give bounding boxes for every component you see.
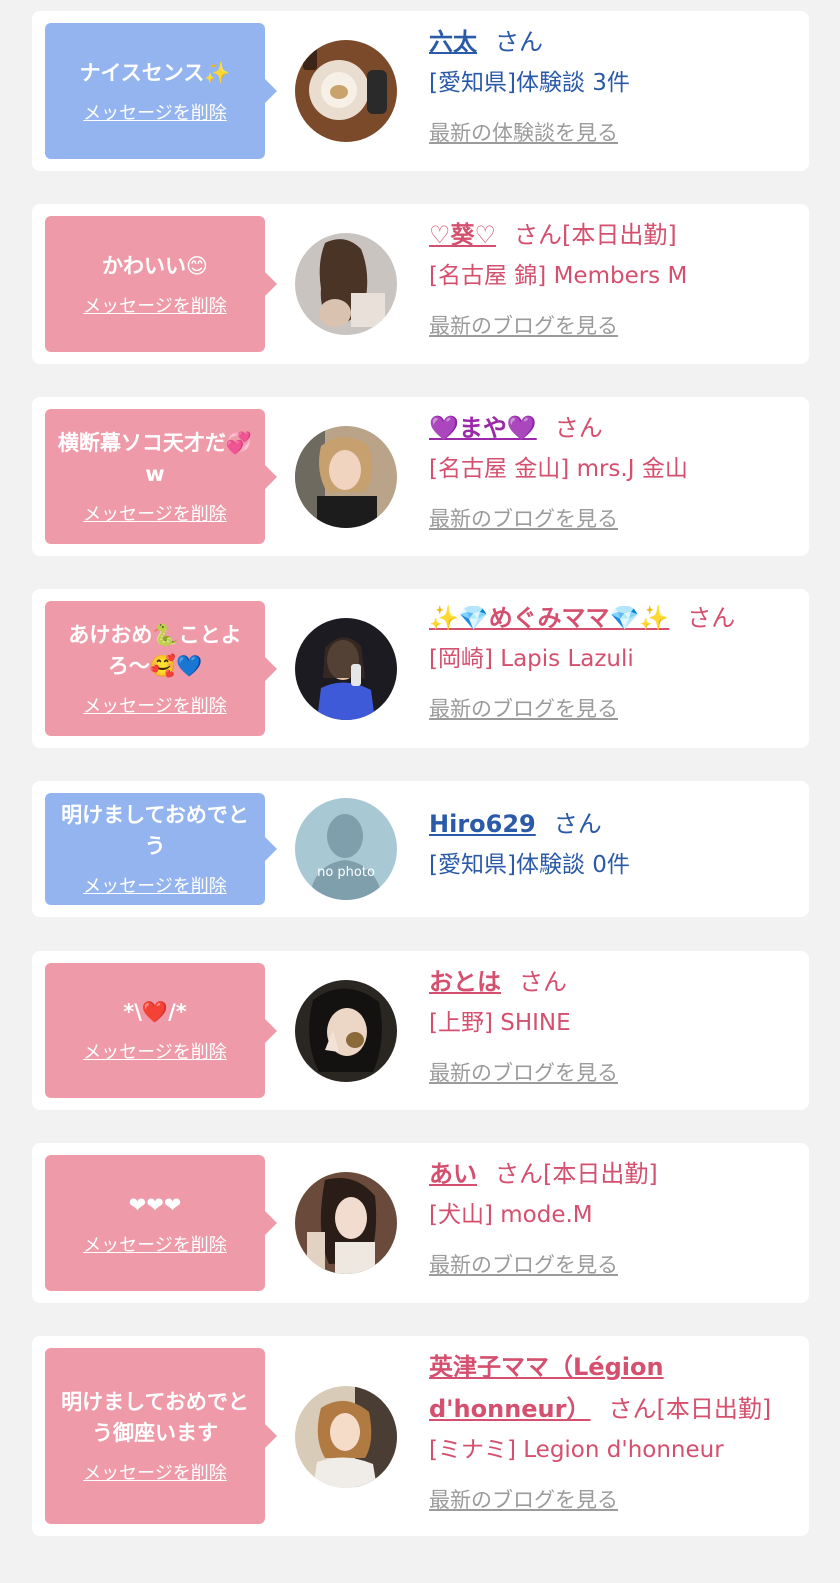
- message-text: かわいい😊: [102, 253, 208, 278]
- message-card: かわいい😊 メッセージを削除 ♡葵♡ さん[本日出勤] [名古屋 錦] Membe…: [32, 204, 809, 364]
- shop-info: [愛知県]体験談 0件: [429, 852, 630, 878]
- user-name-line: Hiro629 さん: [429, 803, 797, 845]
- message-card: 横断幕ソコ天才だ💞w メッセージを削除 💜まや💜 さん [名古屋 金山] mrs.…: [32, 397, 809, 556]
- user-name-link[interactable]: 六太: [429, 28, 477, 56]
- user-name-link[interactable]: おとは: [429, 968, 501, 996]
- shop-info: [岡崎] Lapis Lazuli: [429, 646, 634, 672]
- latest-blog-link[interactable]: 最新のブログを見る: [429, 689, 618, 729]
- user-info: 六太 さん [愛知県]体験談 3件 最新の体験談を見る: [429, 21, 797, 153]
- avatar[interactable]: [295, 40, 397, 142]
- no-photo-text: no photo: [317, 865, 375, 880]
- message-bubble: 明けましておめでとう御座います メッセージを削除: [45, 1348, 277, 1524]
- avatar[interactable]: [295, 980, 397, 1082]
- user-name-line: おとは さん: [429, 961, 797, 1003]
- shop-info: [名古屋 金山] mrs.J 金山: [429, 456, 688, 482]
- user-info: おとは さん [上野] SHINE 最新のブログを見る: [429, 961, 797, 1093]
- honorific: さん[本日出勤]: [495, 1160, 658, 1188]
- delete-message-link[interactable]: メッセージを削除: [83, 500, 227, 526]
- delete-message-link[interactable]: メッセージを削除: [83, 692, 227, 718]
- avatar[interactable]: [295, 1386, 397, 1488]
- shop-info: [愛知県]体験談 3件: [429, 70, 630, 96]
- message-card: ナイスセンス✨ メッセージを削除 六太 さん [愛知県]体験談 3件 最新の体験談…: [32, 11, 809, 171]
- message-card: *\❤️/* メッセージを削除 おとは さん [上野] SHINE 最新のブログを…: [32, 951, 809, 1110]
- user-info: あい さん[本日出勤] [犬山] mode.M 最新のブログを見る: [429, 1153, 797, 1285]
- message-text: 明けましておめでとう: [61, 803, 249, 858]
- delete-message-link[interactable]: メッセージを削除: [83, 99, 227, 125]
- message-card: あけおめ🐍ことよろ〜🥰💙 メッセージを削除 ✨💎めぐみママ💎✨ さん [岡崎] L…: [32, 589, 809, 748]
- user-info: Hiro629 さん [愛知県]体験談 0件: [429, 803, 797, 885]
- user-name-line: ✨💎めぐみママ💎✨ さん: [429, 597, 797, 639]
- avatar[interactable]: [295, 426, 397, 528]
- message-bubble: あけおめ🐍ことよろ〜🥰💙 メッセージを削除: [45, 601, 277, 736]
- message-bubble: かわいい😊 メッセージを削除: [45, 216, 277, 352]
- delete-message-link[interactable]: メッセージを削除: [83, 872, 227, 898]
- honorific: さん: [553, 810, 602, 838]
- message-bubble: ❤❤❤ メッセージを削除: [45, 1155, 277, 1291]
- honorific: さん: [495, 28, 543, 56]
- message-bubble: 明けましておめでとう メッセージを削除: [45, 793, 277, 905]
- user-info: ✨💎めぐみママ💎✨ さん [岡崎] Lapis Lazuli 最新のブログを見る: [429, 597, 797, 729]
- message-text: ❤❤❤: [128, 1192, 182, 1217]
- latest-blog-link[interactable]: 最新のブログを見る: [429, 499, 618, 539]
- user-name-line: 💜まや💜 さん: [429, 407, 797, 449]
- honorific: さん[本日出勤]: [608, 1395, 772, 1423]
- honorific: さん[本日出勤]: [514, 221, 677, 249]
- message-text: 明けましておめでとう御座います: [61, 1390, 249, 1445]
- message-bubble: *\❤️/* メッセージを削除: [45, 963, 277, 1098]
- user-name-link[interactable]: 💜まや💜: [429, 414, 537, 442]
- user-info: 英津子ママ（Légion d'honneur） さん[本日出勤] [ミナミ] Le…: [429, 1346, 797, 1520]
- message-card: 明けましておめでとう メッセージを削除 no photo Hiro629 さん […: [32, 781, 809, 917]
- shop-info: [名古屋 錦] Members M: [429, 263, 688, 289]
- avatar[interactable]: [295, 233, 397, 335]
- user-name-line: あい さん[本日出勤]: [429, 1153, 797, 1195]
- latest-review-link[interactable]: 最新の体験談を見る: [429, 113, 618, 153]
- honorific: さん: [554, 414, 603, 442]
- user-name-line: 英津子ママ（Légion d'honneur） さん[本日出勤]: [429, 1346, 797, 1430]
- user-name-link[interactable]: Hiro629: [429, 810, 536, 838]
- honorific: さん: [519, 968, 567, 996]
- honorific: さん: [687, 604, 736, 632]
- user-info: ♡葵♡ さん[本日出勤] [名古屋 錦] Members M 最新のブログを見る: [429, 214, 797, 346]
- shop-info: [ミナミ] Legion d'honneur: [429, 1437, 724, 1463]
- message-text: あけおめ🐍ことよろ〜🥰💙: [68, 622, 242, 678]
- user-info: 💜まや💜 さん [名古屋 金山] mrs.J 金山 最新のブログを見る: [429, 407, 797, 539]
- latest-blog-link[interactable]: 最新のブログを見る: [429, 1053, 618, 1093]
- avatar[interactable]: [295, 1172, 397, 1274]
- shop-info: [犬山] mode.M: [429, 1202, 593, 1228]
- message-bubble: ナイスセンス✨ メッセージを削除: [45, 23, 277, 159]
- latest-blog-link[interactable]: 最新のブログを見る: [429, 1480, 618, 1520]
- message-text: *\❤️/*: [123, 1000, 187, 1024]
- message-bubble: 横断幕ソコ天才だ💞w メッセージを削除: [45, 409, 277, 544]
- avatar[interactable]: [295, 618, 397, 720]
- user-name-line: 六太 さん: [429, 21, 797, 63]
- message-text: ナイスセンス✨: [79, 60, 231, 85]
- user-name-line: ♡葵♡ さん[本日出勤]: [429, 214, 797, 256]
- delete-message-link[interactable]: メッセージを削除: [83, 1459, 227, 1485]
- user-name-link[interactable]: あい: [429, 1160, 477, 1188]
- message-text: 横断幕ソコ天才だ💞w: [57, 430, 253, 486]
- user-name-link[interactable]: ♡葵♡: [429, 221, 496, 249]
- delete-message-link[interactable]: メッセージを削除: [83, 292, 227, 318]
- latest-blog-link[interactable]: 最新のブログを見る: [429, 1245, 618, 1285]
- message-list: ナイスセンス✨ メッセージを削除 六太 さん [愛知県]体験談 3件 最新の体験談…: [0, 0, 840, 1583]
- delete-message-link[interactable]: メッセージを削除: [83, 1038, 227, 1064]
- latest-blog-link[interactable]: 最新のブログを見る: [429, 306, 618, 346]
- shop-info: [上野] SHINE: [429, 1010, 571, 1036]
- user-name-link[interactable]: ✨💎めぐみママ💎✨: [429, 604, 669, 632]
- message-card: 明けましておめでとう御座います メッセージを削除 英津子ママ（Légion d'…: [32, 1336, 809, 1536]
- avatar-placeholder[interactable]: no photo: [295, 798, 397, 900]
- message-card: ❤❤❤ メッセージを削除 あい さん[本日出勤] [犬山] mode.M 最新のブ…: [32, 1143, 809, 1303]
- delete-message-link[interactable]: メッセージを削除: [83, 1231, 227, 1257]
